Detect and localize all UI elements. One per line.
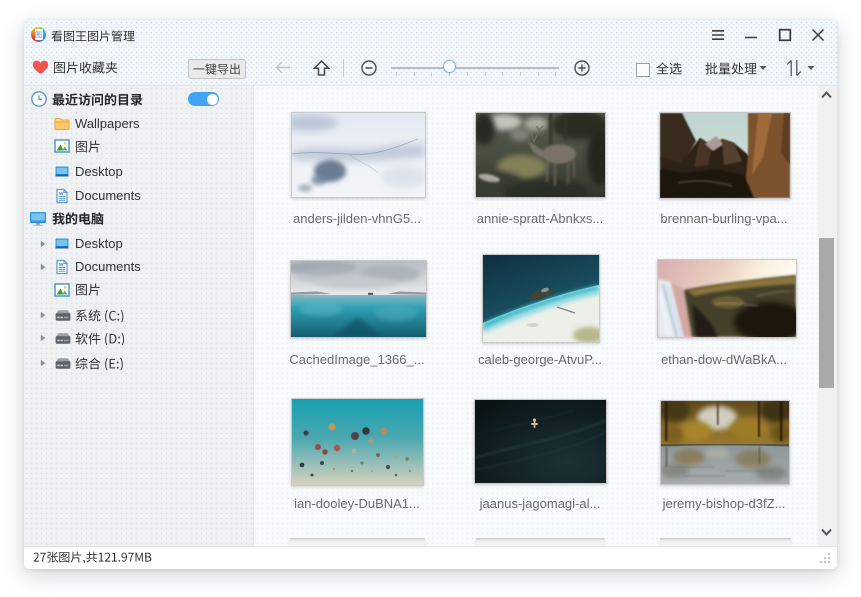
svg-text:w: w xyxy=(58,262,64,268)
svg-text:w: w xyxy=(58,191,64,197)
